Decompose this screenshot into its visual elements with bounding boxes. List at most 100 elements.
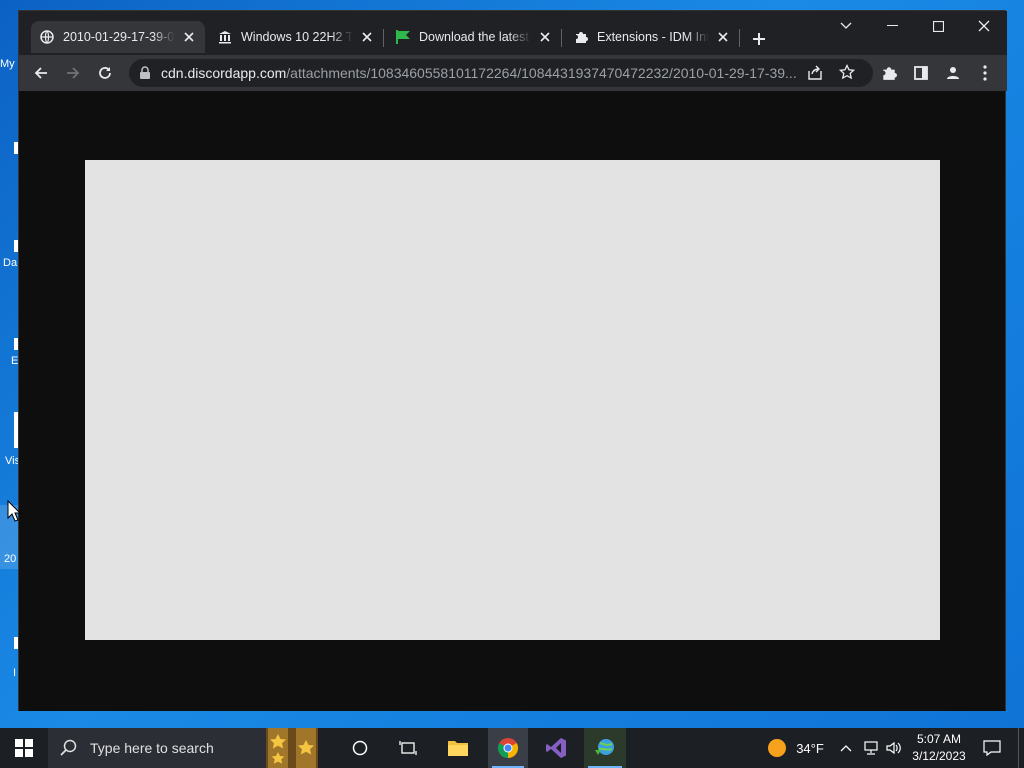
back-button[interactable] — [27, 59, 55, 87]
close-tab-icon[interactable] — [181, 29, 197, 45]
arrow-right-icon — [67, 67, 80, 79]
side-panel-button[interactable] — [907, 59, 935, 87]
maximize-button[interactable] — [915, 11, 961, 41]
url-text[interactable]: cdn.discordapp.com/attachments/108346055… — [161, 65, 801, 81]
idm-globe-icon — [595, 739, 614, 755]
tab-extensions[interactable]: Extensions - IDM Inte — [565, 21, 739, 53]
weather-temp[interactable]: 34°F — [792, 728, 828, 768]
folder-icon — [448, 741, 468, 756]
network-icon — [864, 741, 878, 755]
show-desktop-button[interactable] — [1018, 728, 1024, 768]
plus-icon — [753, 33, 765, 45]
cortana-button[interactable] — [340, 728, 380, 768]
more-vertical-icon — [983, 65, 987, 81]
tab-title: Download the latest I — [419, 30, 531, 44]
system-clock[interactable]: 5:07 AM 3/12/2023 — [904, 731, 974, 765]
close-icon — [978, 20, 990, 32]
url-path: /attachments/1083460558101172264/1084431… — [286, 65, 797, 81]
page-viewport — [19, 91, 1005, 711]
desktop-icon-e[interactable]: E — [0, 336, 20, 370]
task-view-icon — [399, 741, 417, 755]
search-highlight-image[interactable] — [266, 728, 318, 768]
close-tab-icon[interactable] — [715, 29, 731, 45]
chevron-up-icon — [840, 745, 852, 752]
idm-button[interactable] — [584, 728, 626, 768]
reload-icon — [99, 67, 111, 79]
minimize-icon — [886, 25, 898, 26]
tab-windows-10[interactable]: Windows 10 22H2 Tu — [209, 21, 383, 53]
browser-menu-button[interactable] — [971, 59, 999, 87]
desktop-icon-my[interactable]: My — [0, 58, 20, 70]
reload-button[interactable] — [91, 59, 119, 87]
cortana-circle-icon — [352, 740, 368, 756]
address-bar[interactable]: cdn.discordapp.com/attachments/108346055… — [129, 59, 873, 87]
tab-search-button[interactable] — [823, 11, 869, 41]
maximize-icon — [932, 20, 944, 32]
bank-icon — [217, 29, 233, 45]
file-explorer-button[interactable] — [438, 728, 478, 768]
profile-button[interactable] — [939, 59, 967, 87]
loading-image[interactable] — [85, 160, 940, 640]
puzzle-icon — [883, 67, 897, 80]
speaker-icon — [886, 741, 901, 755]
new-tab-button[interactable] — [747, 27, 771, 51]
chevron-down-icon — [840, 22, 852, 29]
tab-active[interactable]: 2010-01-29-17-39-04 — [31, 21, 205, 53]
film-stars-icon — [268, 728, 316, 768]
tab-separator — [561, 29, 562, 47]
taskbar-search-box[interactable]: Type here to search — [48, 728, 266, 768]
desktop-icon-vis[interactable]: Vis — [0, 412, 20, 470]
hidden-icons-button[interactable] — [836, 728, 856, 768]
globe-icon — [39, 29, 55, 45]
url-host: cdn.discordapp.com — [161, 65, 287, 81]
clock-time: 5:07 AM — [916, 732, 962, 746]
desktop-icon-i[interactable]: I — [0, 635, 20, 679]
desktop-icon-label: Da — [3, 257, 18, 269]
share-icon[interactable] — [807, 65, 823, 81]
tab-title: 2010-01-29-17-39-04 — [63, 30, 175, 44]
bookmark-star-icon[interactable] — [839, 64, 855, 80]
browser-toolbar: cdn.discordapp.com/attachments/108346055… — [19, 55, 1007, 91]
tab-separator — [739, 29, 740, 47]
mouse-pointer-icon — [7, 500, 21, 522]
chrome-button[interactable] — [488, 728, 528, 768]
close-tab-icon[interactable] — [359, 29, 375, 45]
close-tab-icon[interactable] — [537, 29, 553, 45]
volume-button[interactable] — [884, 728, 904, 768]
lock-icon[interactable] — [139, 66, 151, 80]
tab-download[interactable]: Download the latest I — [387, 21, 561, 53]
desktop-icon-da[interactable]: Da — [0, 238, 20, 272]
arrow-left-icon — [34, 67, 47, 79]
forward-button[interactable] — [59, 59, 87, 87]
chrome-icon — [497, 738, 519, 759]
green-flag-icon — [395, 29, 411, 45]
desktop-icon-label: 20 — [4, 553, 17, 565]
search-icon — [60, 739, 77, 756]
desktop-icon-label: I — [13, 667, 17, 679]
notifications-button[interactable] — [976, 728, 1008, 768]
puzzle-icon — [573, 29, 589, 45]
close-window-button[interactable] — [961, 11, 1007, 41]
tab-separator — [383, 29, 384, 47]
tab-title: Extensions - IDM Inte — [597, 30, 709, 44]
taskbar: Type here to search 34°F 5:07 AM 3/12/20… — [0, 728, 1024, 768]
windows-logo-icon — [15, 739, 33, 757]
notification-icon — [983, 740, 1001, 756]
tab-strip: 2010-01-29-17-39-04 Windows 10 22H2 Tu D… — [19, 11, 1007, 55]
task-view-button[interactable] — [388, 728, 428, 768]
extensions-button[interactable] — [875, 59, 903, 87]
desktop-icon-1[interactable] — [0, 140, 20, 160]
network-button[interactable] — [860, 728, 882, 768]
visual-studio-icon — [546, 738, 566, 758]
sun-icon — [768, 739, 786, 757]
side-panel-icon — [914, 66, 928, 80]
browser-window: 2010-01-29-17-39-04 Windows 10 22H2 Tu D… — [18, 10, 1007, 711]
visual-studio-button[interactable] — [536, 728, 576, 768]
minimize-button[interactable] — [869, 11, 915, 41]
search-placeholder: Type here to search — [90, 740, 214, 756]
clock-date: 3/12/2023 — [912, 749, 966, 763]
tab-title: Windows 10 22H2 Tu — [241, 30, 353, 44]
start-button[interactable] — [0, 728, 48, 768]
desktop-icon-label: My — [0, 58, 15, 70]
weather-icon[interactable] — [762, 728, 792, 768]
